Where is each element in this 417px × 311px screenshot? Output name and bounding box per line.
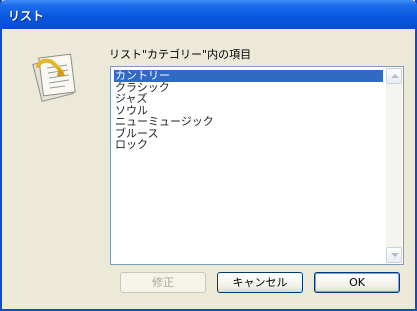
edit-button[interactable]: 修正 xyxy=(120,272,206,293)
title-bar[interactable]: リスト xyxy=(0,0,417,29)
list-item[interactable]: カントリー xyxy=(114,70,383,82)
document-edit-icon xyxy=(32,50,80,102)
cancel-button[interactable]: キャンセル xyxy=(217,272,303,293)
list-item[interactable]: クラシック xyxy=(114,81,383,94)
items-listbox[interactable]: カントリー クラシック ジャズ ソウル ニューミュージック ブルース ロック xyxy=(110,66,404,265)
list-item[interactable]: ブルース xyxy=(114,127,383,140)
list-item[interactable]: ロック xyxy=(114,139,383,151)
list-label: リスト"カテゴリー"内の項目 xyxy=(109,48,252,61)
chevron-up-icon xyxy=(391,74,399,78)
chevron-down-icon xyxy=(391,253,399,257)
window-title: リスト xyxy=(8,9,45,23)
dialog-window: リスト リスト"カテゴリー"内の項目 カントリー クラシック ジャズ ソウル ニューミュ… xyxy=(0,0,417,311)
list-item[interactable]: ジャズ xyxy=(114,93,383,105)
scroll-up-button[interactable] xyxy=(386,68,402,84)
list-item[interactable]: ニューミュージック xyxy=(114,116,383,128)
ok-button[interactable]: OK xyxy=(314,272,400,293)
vertical-scrollbar[interactable] xyxy=(386,68,402,263)
scroll-down-button[interactable] xyxy=(386,247,402,263)
